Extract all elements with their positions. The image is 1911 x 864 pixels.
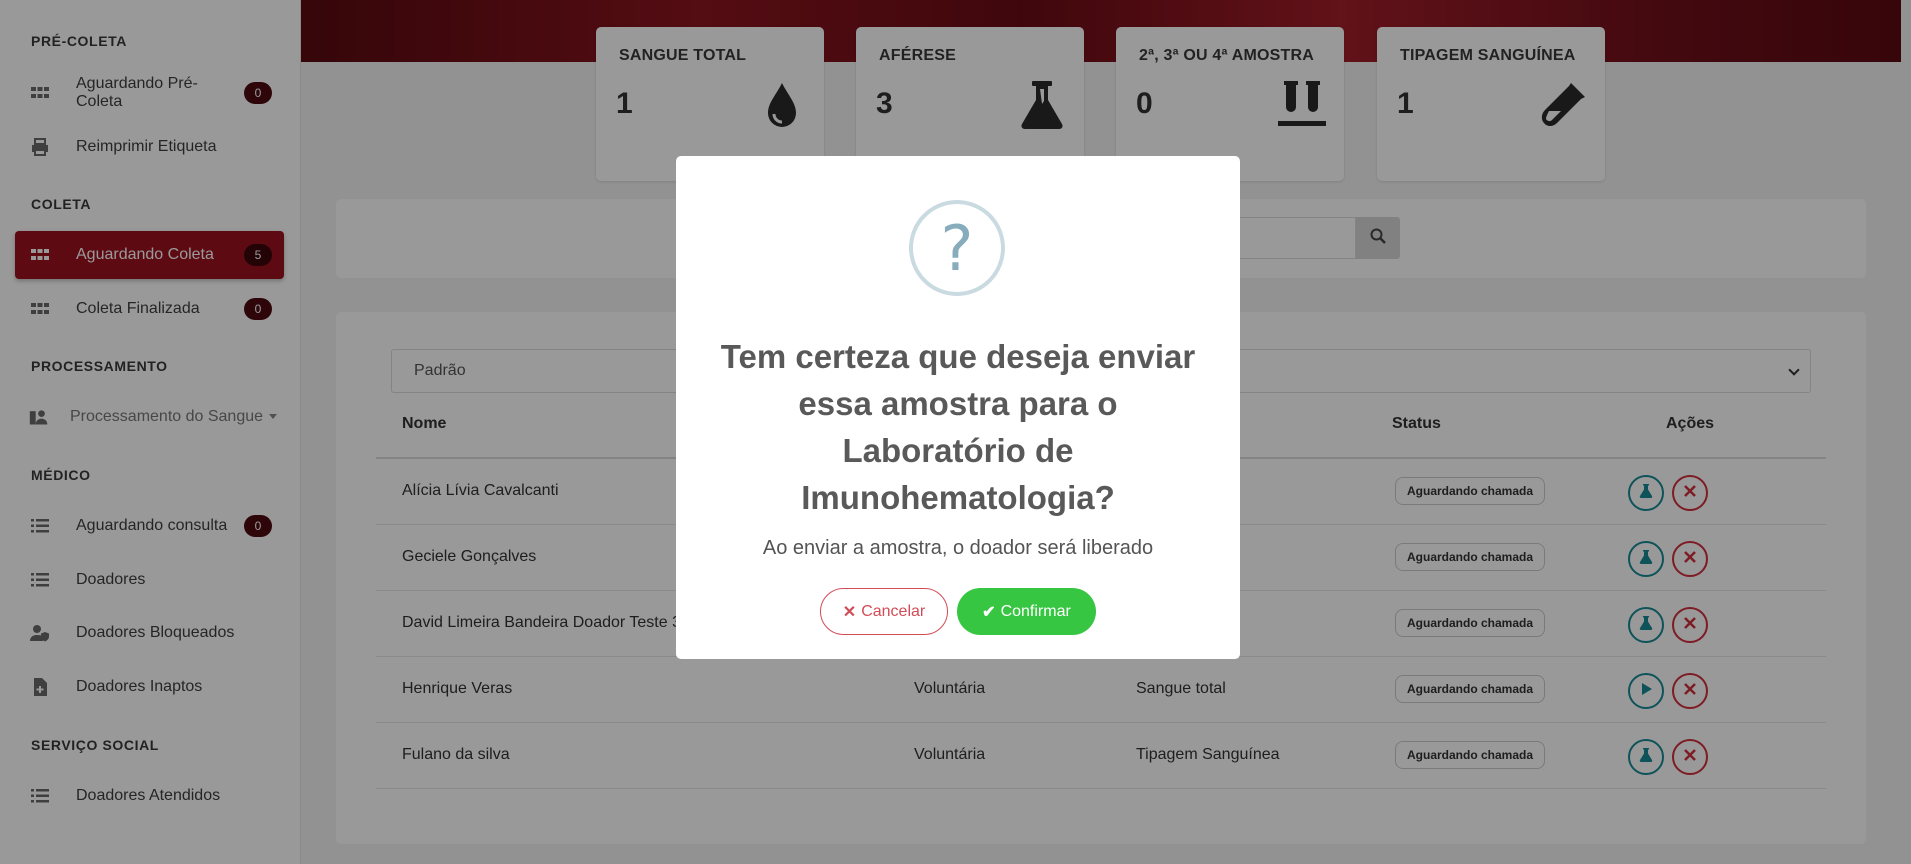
dialog-text: Ao enviar a amostra, o doador será liber… xyxy=(762,537,1154,559)
close-icon: ✕ xyxy=(842,603,857,621)
question-icon: ? xyxy=(909,200,1005,296)
confirm-dialog: ? Tem certeza que deseja enviar essa amo… xyxy=(676,156,1240,659)
cancel-button[interactable]: ✕ Cancelar xyxy=(820,588,948,635)
confirm-button-label: Confirmar xyxy=(1000,602,1071,620)
cancel-button-label: Cancelar xyxy=(861,602,926,620)
check-icon: ✔ xyxy=(982,603,996,621)
confirm-button[interactable]: ✔ Confirmar xyxy=(957,588,1096,635)
dialog-title: Tem certeza que deseja enviar essa amost… xyxy=(720,338,1196,516)
